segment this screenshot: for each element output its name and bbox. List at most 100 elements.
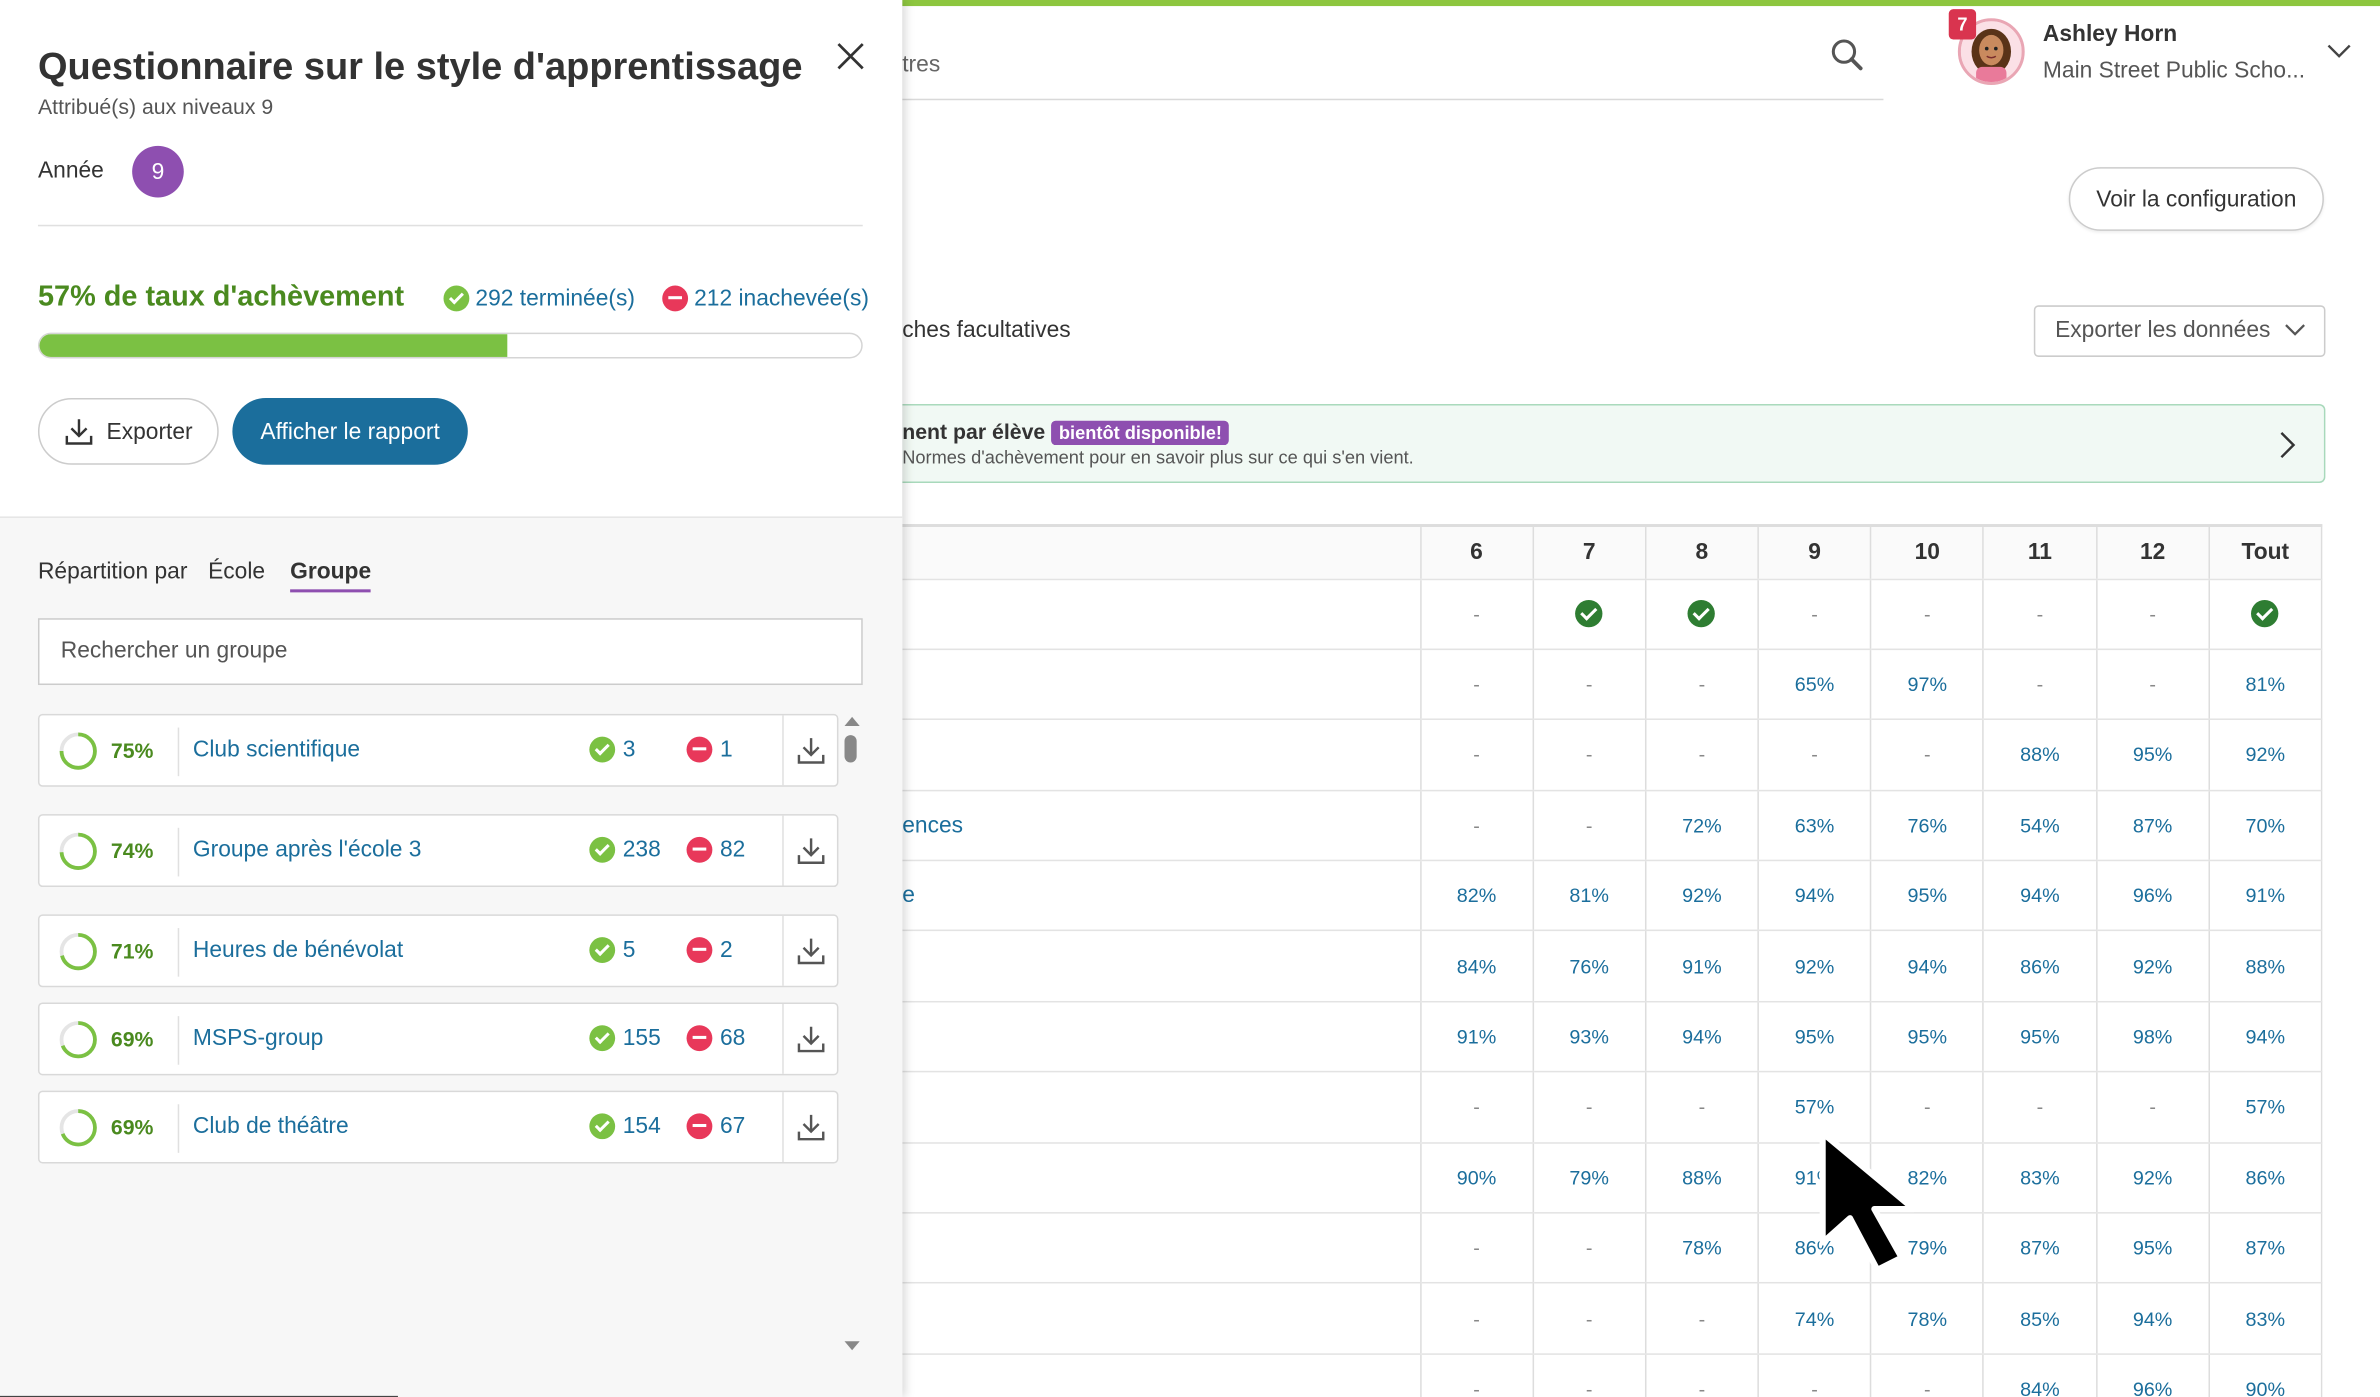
close-icon[interactable] bbox=[832, 38, 868, 74]
row-label[interactable] bbox=[902, 578, 1421, 650]
grid-cell[interactable]: 92% bbox=[1757, 931, 1871, 1003]
scrollbar-thumb[interactable] bbox=[844, 735, 857, 763]
row-label[interactable] bbox=[902, 649, 1421, 721]
group-row[interactable]: 75% Club scientifique 3 1 bbox=[37, 713, 839, 787]
grid-cell[interactable]: 95% bbox=[1870, 860, 1984, 932]
grid-cell[interactable]: 94% bbox=[1644, 1001, 1759, 1073]
completed-count[interactable]: 292 terminée(s) bbox=[443, 285, 635, 312]
group-row[interactable]: 69% MSPS-group 155 68 bbox=[37, 1002, 839, 1076]
notification-badge[interactable]: 7 bbox=[1948, 9, 1977, 40]
global-search[interactable]: tres bbox=[902, 24, 1884, 101]
grid-cell[interactable]: 95% bbox=[2095, 719, 2209, 791]
grid-cell[interactable]: 87% bbox=[2095, 790, 2209, 862]
grid-cell[interactable]: 87% bbox=[2208, 1212, 2323, 1285]
grid-cell[interactable]: 90% bbox=[2208, 1353, 2323, 1397]
grid-cell[interactable]: 76% bbox=[1870, 790, 1984, 862]
row-label[interactable]: e bbox=[902, 860, 1421, 932]
grid-cell[interactable]: 82% bbox=[1419, 860, 1533, 932]
grid-cell[interactable]: 95% bbox=[1870, 1001, 1984, 1073]
grid-cell[interactable]: 54% bbox=[1982, 790, 2097, 862]
grid-cell[interactable]: 94% bbox=[2208, 1001, 2323, 1073]
grid-cell[interactable]: 96% bbox=[2095, 860, 2209, 932]
search-input[interactable]: tres bbox=[902, 52, 940, 78]
row-label[interactable] bbox=[902, 931, 1421, 1003]
grid-cell[interactable]: 91% bbox=[1419, 1001, 1533, 1073]
grid-cell[interactable]: 97% bbox=[1870, 649, 1984, 721]
grid-cell[interactable]: 57% bbox=[2208, 1071, 2323, 1144]
grid-cell[interactable]: 92% bbox=[2095, 1142, 2209, 1214]
grid-cell[interactable]: 83% bbox=[1982, 1142, 2097, 1214]
view-report-button[interactable]: Afficher le rapport bbox=[232, 397, 468, 465]
grid-cell[interactable]: 91% bbox=[2208, 860, 2323, 932]
grid-cell[interactable]: 63% bbox=[1757, 790, 1871, 862]
group-search-input[interactable]: Rechercher un groupe bbox=[37, 618, 863, 686]
grid-cell[interactable]: 91% bbox=[1644, 931, 1759, 1003]
row-label[interactable] bbox=[902, 1283, 1421, 1355]
incomplete-count[interactable]: 212 inachevée(s) bbox=[662, 285, 869, 312]
scroll-up-arrow[interactable] bbox=[844, 716, 860, 727]
grid-cell[interactable]: 78% bbox=[1870, 1283, 1984, 1355]
group-download-button[interactable] bbox=[782, 715, 837, 786]
grid-cell[interactable]: 81% bbox=[1532, 860, 1646, 932]
group-row[interactable]: 71% Heures de bénévolat 5 2 bbox=[37, 914, 839, 988]
group-download-button[interactable] bbox=[782, 815, 837, 886]
grid-cell[interactable]: 85% bbox=[1982, 1283, 2097, 1355]
user-menu[interactable]: 7 Ashley Horn Main Street Public Scho... bbox=[1948, 9, 2368, 91]
grid-cell[interactable]: 65% bbox=[1757, 649, 1871, 721]
grid-cell[interactable]: 88% bbox=[2208, 931, 2323, 1003]
group-download-button[interactable] bbox=[782, 1003, 837, 1074]
row-label[interactable] bbox=[902, 1001, 1421, 1073]
grid-cell[interactable]: 76% bbox=[1532, 931, 1646, 1003]
grid-cell[interactable]: 98% bbox=[2095, 1001, 2209, 1073]
student-completion-banner[interactable]: nent par élève bientôt disponible! Normes… bbox=[902, 404, 2326, 484]
group-name-link[interactable]: Club scientifique bbox=[193, 737, 360, 763]
grid-cell[interactable]: 84% bbox=[1419, 931, 1533, 1003]
grid-cell[interactable]: 79% bbox=[1532, 1142, 1646, 1214]
grid-cell[interactable]: 92% bbox=[1644, 860, 1759, 932]
tab-school[interactable]: École bbox=[208, 559, 265, 585]
chevron-down-icon[interactable] bbox=[2325, 36, 2352, 63]
row-label[interactable]: ences bbox=[902, 790, 1421, 862]
grid-cell[interactable]: 88% bbox=[1982, 719, 2097, 791]
group-row[interactable]: 74% Groupe après l'école 3 238 82 bbox=[37, 814, 839, 888]
grid-cell[interactable]: 95% bbox=[2095, 1212, 2209, 1285]
grid-cell[interactable]: 94% bbox=[1757, 860, 1871, 932]
grid-cell[interactable]: 90% bbox=[1419, 1142, 1533, 1214]
grid-cell[interactable]: 96% bbox=[2095, 1353, 2209, 1397]
grid-cell[interactable]: 94% bbox=[1982, 860, 2097, 932]
grid-cell[interactable]: 70% bbox=[2208, 790, 2323, 862]
grid-cell[interactable]: 83% bbox=[2208, 1283, 2323, 1355]
group-row[interactable]: 69% Club de théâtre 154 67 bbox=[37, 1090, 839, 1164]
grid-cell[interactable]: 84% bbox=[1982, 1353, 2097, 1397]
view-configuration-button[interactable]: Voir la configuration bbox=[2068, 167, 2324, 231]
group-download-button[interactable] bbox=[782, 915, 837, 986]
export-button[interactable]: Exporter bbox=[37, 397, 219, 465]
scroll-down-arrow[interactable] bbox=[844, 1341, 860, 1351]
group-download-button[interactable] bbox=[782, 1092, 837, 1162]
row-label[interactable] bbox=[902, 1071, 1421, 1144]
group-name-link[interactable]: MSPS-group bbox=[193, 1025, 323, 1051]
grid-cell[interactable]: 92% bbox=[2095, 931, 2209, 1003]
row-label[interactable] bbox=[902, 1212, 1421, 1285]
grid-cell[interactable]: 92% bbox=[2208, 719, 2323, 791]
grid-cell[interactable]: 95% bbox=[1982, 1001, 2097, 1073]
grid-cell[interactable]: 87% bbox=[1982, 1212, 2097, 1285]
row-label[interactable] bbox=[902, 1142, 1421, 1214]
chevron-right-icon[interactable] bbox=[2278, 430, 2296, 460]
grid-cell[interactable]: 81% bbox=[2208, 649, 2323, 721]
optional-tasks-filter[interactable]: ches facultatives bbox=[902, 317, 1070, 343]
grid-cell[interactable]: 93% bbox=[1532, 1001, 1646, 1073]
group-name-link[interactable]: Groupe après l'école 3 bbox=[193, 837, 422, 863]
grid-cell[interactable]: 94% bbox=[2095, 1283, 2209, 1355]
grid-cell[interactable]: 95% bbox=[1757, 1001, 1871, 1073]
grid-cell[interactable]: 94% bbox=[1870, 931, 1984, 1003]
group-name-link[interactable]: Club de théâtre bbox=[193, 1113, 349, 1139]
grid-cell[interactable]: 74% bbox=[1757, 1283, 1871, 1355]
group-name-link[interactable]: Heures de bénévolat bbox=[193, 937, 403, 963]
row-label[interactable] bbox=[902, 719, 1421, 791]
grid-cell[interactable]: 72% bbox=[1644, 790, 1759, 862]
row-label[interactable] bbox=[902, 1353, 1421, 1397]
grid-cell[interactable]: 78% bbox=[1644, 1212, 1759, 1285]
tab-group[interactable]: Groupe bbox=[290, 559, 372, 593]
export-data-dropdown[interactable]: Exporter les données bbox=[2033, 305, 2326, 357]
